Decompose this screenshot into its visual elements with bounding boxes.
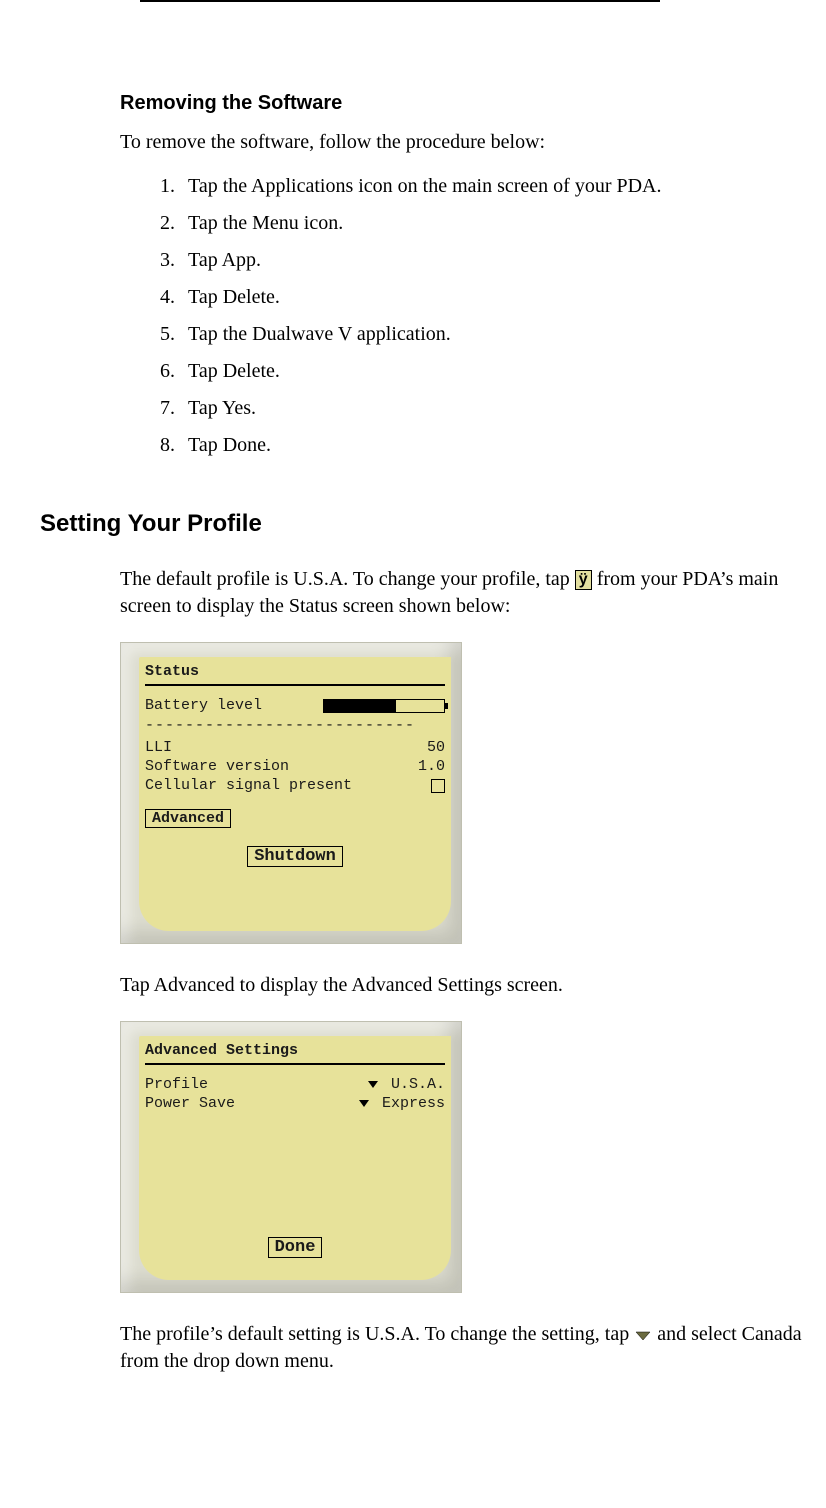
status-title: Status (145, 663, 445, 686)
removing-intro: To remove the software, follow the proce… (120, 129, 826, 156)
step-item: Tap Yes. (180, 390, 826, 427)
shutdown-button[interactable]: Shutdown (247, 846, 343, 867)
step-item: Tap the Menu icon. (180, 205, 826, 242)
profile-paragraph-2: Tap Advanced to display the Advanced Set… (120, 972, 826, 999)
lli-value: 50 (427, 739, 445, 756)
battery-meter (323, 699, 445, 713)
profile-row: Profile U.S.A. (145, 1075, 445, 1094)
heading-removing-software: Removing the Software (120, 92, 826, 115)
lli-label: LLI (145, 739, 172, 756)
advanced-button-row: Advanced (145, 809, 445, 828)
software-version-label: Software version (145, 758, 289, 775)
battery-tip (445, 703, 448, 709)
power-save-value: Express (382, 1095, 445, 1112)
document-page: Removing the Software To remove the soft… (0, 0, 826, 1427)
battery-row: Battery level (145, 696, 445, 715)
profile-para1-a: The default profile is U.S.A. To change … (120, 568, 575, 590)
step-item: Tap the Applications icon on the main sc… (180, 168, 826, 205)
profile-value: U.S.A. (391, 1076, 445, 1093)
software-version-row: Software version 1.0 (145, 757, 445, 776)
profile-field-label: Profile (145, 1076, 208, 1093)
chevron-down-icon (359, 1100, 369, 1107)
status-screen: Status Battery level -------------------… (139, 657, 451, 931)
cellular-checkbox[interactable] (431, 779, 445, 793)
heading-setting-profile: Setting Your Profile (40, 510, 826, 538)
advanced-settings-figure: Advanced Settings Profile U.S.A. Power S… (120, 1021, 462, 1293)
step-item: Tap App. (180, 242, 826, 279)
divider-dashes: --------------------------- (145, 717, 445, 734)
advanced-button[interactable]: Advanced (145, 809, 231, 828)
step-item: Tap the Dualwave V application. (180, 316, 826, 353)
header-rule (140, 0, 660, 2)
cellular-label: Cellular signal present (145, 777, 352, 794)
power-save-dropdown[interactable]: Express (355, 1095, 445, 1112)
profile-paragraph-3: The profile’s default setting is U.S.A. … (120, 1321, 826, 1375)
spacer (145, 1113, 445, 1233)
battery-label: Battery level (145, 697, 262, 714)
done-button-row: Done (145, 1237, 445, 1258)
software-version-value: 1.0 (418, 758, 445, 775)
lli-row: LLI 50 (145, 738, 445, 757)
battery-fill (324, 700, 396, 712)
done-button[interactable]: Done (268, 1237, 323, 1258)
status-screen-figure: Status Battery level -------------------… (120, 642, 462, 944)
power-save-label: Power Save (145, 1095, 235, 1112)
power-save-row: Power Save Express (145, 1094, 445, 1113)
advanced-settings-title: Advanced Settings (145, 1042, 445, 1065)
cellular-row: Cellular signal present (145, 776, 445, 795)
profile-paragraph-1: The default profile is U.S.A. To change … (120, 566, 826, 620)
step-item: Tap Done. (180, 427, 826, 464)
removing-steps-list: Tap the Applications icon on the main sc… (150, 168, 826, 464)
chevron-down-icon (368, 1081, 378, 1088)
shutdown-button-row: Shutdown (145, 846, 445, 867)
advanced-settings-screen: Advanced Settings Profile U.S.A. Power S… (139, 1036, 451, 1280)
profile-dropdown[interactable]: U.S.A. (364, 1076, 445, 1093)
step-item: Tap Delete. (180, 279, 826, 316)
profile-para3-a: The profile’s default setting is U.S.A. … (120, 1323, 634, 1345)
status-app-icon: ÿ (575, 570, 592, 590)
step-item: Tap Delete. (180, 353, 826, 390)
dropdown-caret-icon (634, 1329, 652, 1341)
